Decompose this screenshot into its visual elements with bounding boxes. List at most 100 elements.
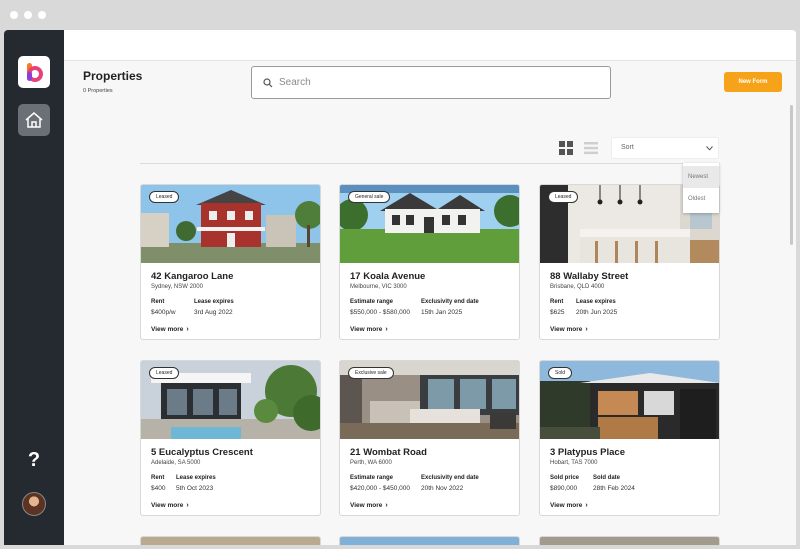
field1-label: Estimate range — [350, 299, 394, 305]
status-badge: Leased — [149, 367, 180, 379]
field2-label: Lease expires — [176, 475, 216, 481]
field2-value: 20th Jun 2025 — [576, 309, 618, 316]
view-more-label: View more — [151, 326, 184, 333]
property-image: Leased — [141, 185, 320, 263]
search-icon — [263, 78, 273, 88]
property-location: Sydney, NSW 2000 — [151, 284, 203, 290]
search-placeholder: Search — [279, 77, 311, 88]
sort-label: Sort — [621, 144, 634, 151]
chevron-right-icon: › — [186, 502, 189, 509]
sort-option-newest[interactable]: Newest — [683, 166, 719, 188]
property-location: Adelaide, SA 5000 — [151, 460, 201, 466]
sort-option-oldest[interactable]: Oldest — [683, 188, 719, 210]
browser-titlebar — [0, 0, 800, 30]
field2-label: Lease expires — [576, 299, 616, 305]
property-count: 0 Properties — [83, 88, 113, 94]
list-view-icon[interactable] — [584, 141, 598, 155]
field1-label: Estimate range — [350, 475, 394, 481]
property-title: 21 Wombat Road — [350, 447, 427, 458]
grid-view-icon[interactable] — [559, 141, 573, 155]
app-window: ? Properties 0 Properties Search New For… — [4, 30, 796, 545]
chevron-right-icon: › — [585, 502, 588, 509]
status-badge: Exclusive sale — [348, 367, 394, 379]
view-more-link[interactable]: View more › — [151, 326, 189, 333]
field2-value: 28th Feb 2024 — [593, 485, 635, 492]
property-image — [540, 537, 719, 545]
property-card[interactable]: Sold 3 Platypus Place Hobart, TAS 7000 S… — [539, 360, 720, 516]
status-badge: General sale — [348, 191, 391, 203]
field1-value: $400 — [151, 485, 166, 492]
property-location: Brisbane, QLD 4000 — [550, 284, 605, 290]
scrollbar[interactable] — [790, 105, 793, 245]
window-dot-icon[interactable] — [24, 11, 32, 19]
field2-label: Lease expires — [194, 299, 234, 305]
property-card[interactable]: Leased 5 Eucalyptus Crescent Adelaide, S… — [140, 360, 321, 516]
property-card[interactable] — [140, 536, 321, 545]
property-location: Melbourne, VIC 3000 — [350, 284, 407, 290]
property-card[interactable]: Exclusive sale 21 Wombat Road Perth, WA … — [339, 360, 520, 516]
field1-value: $420,000 - $450,000 — [350, 485, 410, 492]
field2-label: Sold date — [593, 475, 621, 481]
field2-value: 5th Oct 2023 — [176, 485, 214, 492]
view-more-label: View more — [151, 502, 184, 509]
field1-label: Rent — [151, 299, 165, 305]
property-image: Exclusive sale — [340, 361, 519, 439]
page-title: Properties — [83, 69, 143, 83]
property-title: 5 Eucalyptus Crescent — [151, 447, 253, 458]
property-title: 88 Wallaby Street — [550, 271, 629, 282]
chevron-right-icon: › — [186, 326, 189, 333]
field2-label: Exclusivity end date — [421, 299, 479, 305]
field1-value: $550,000 - $580,000 — [350, 309, 410, 316]
top-bar — [64, 30, 796, 61]
nav-home-button[interactable] — [18, 104, 50, 136]
view-more-label: View more — [350, 502, 383, 509]
chevron-right-icon: › — [585, 326, 588, 333]
sort-dropdown-menu: Newest Oldest — [683, 163, 719, 213]
status-badge: Leased — [548, 191, 579, 203]
field1-label: Rent — [151, 475, 165, 481]
view-more-link[interactable]: View more › — [151, 502, 189, 509]
status-badge: Leased — [149, 191, 180, 203]
property-image: Leased — [141, 361, 320, 439]
view-more-label: View more — [350, 326, 383, 333]
field1-value: $400p/w — [151, 309, 176, 316]
window-dot-icon[interactable] — [10, 11, 18, 19]
view-more-link[interactable]: View more › — [350, 326, 388, 333]
view-more-link[interactable]: View more › — [350, 502, 388, 509]
property-card[interactable]: General sale 17 Koala Avenue Melbourne, … — [339, 184, 520, 340]
chevron-right-icon: › — [385, 326, 388, 333]
new-form-button[interactable]: New Form — [724, 72, 782, 92]
sidebar: ? — [4, 30, 64, 545]
field1-value: $890,000 — [550, 485, 578, 492]
logo-icon — [27, 63, 43, 82]
field2-value: 3rd Aug 2022 — [194, 309, 233, 316]
property-location: Hobart, TAS 7000 — [550, 460, 598, 466]
help-icon[interactable]: ? — [22, 448, 46, 472]
view-more-label: View more — [550, 502, 583, 509]
field1-value: $625 — [550, 309, 565, 316]
field2-value: 15th Jan 2025 — [421, 309, 463, 316]
divider — [140, 163, 720, 164]
page-header: Properties 0 Properties Search New Form — [64, 62, 796, 104]
property-card[interactable] — [539, 536, 720, 545]
property-title: 42 Kangaroo Lane — [151, 271, 234, 282]
view-more-label: View more — [550, 326, 583, 333]
main-content: Properties 0 Properties Search New Form … — [64, 30, 796, 545]
property-image: Sold — [540, 361, 719, 439]
window-dot-icon[interactable] — [38, 11, 46, 19]
app-logo[interactable] — [18, 56, 50, 88]
search-input[interactable]: Search — [251, 66, 611, 99]
avatar[interactable] — [22, 492, 46, 516]
field2-label: Exclusivity end date — [421, 475, 479, 481]
property-location: Perth, WA 6000 — [350, 460, 392, 466]
view-more-link[interactable]: View more › — [550, 502, 588, 509]
field2-value: 20th Nov 2022 — [421, 485, 464, 492]
property-title: 17 Koala Avenue — [350, 271, 426, 282]
sort-select[interactable]: Sort — [611, 137, 719, 159]
property-image — [340, 537, 519, 545]
property-title: 3 Platypus Place — [550, 447, 625, 458]
property-image — [141, 537, 320, 545]
property-card[interactable]: Leased 42 Kangaroo Lane Sydney, NSW 2000… — [140, 184, 321, 340]
property-card[interactable] — [339, 536, 520, 545]
view-more-link[interactable]: View more › — [550, 326, 588, 333]
